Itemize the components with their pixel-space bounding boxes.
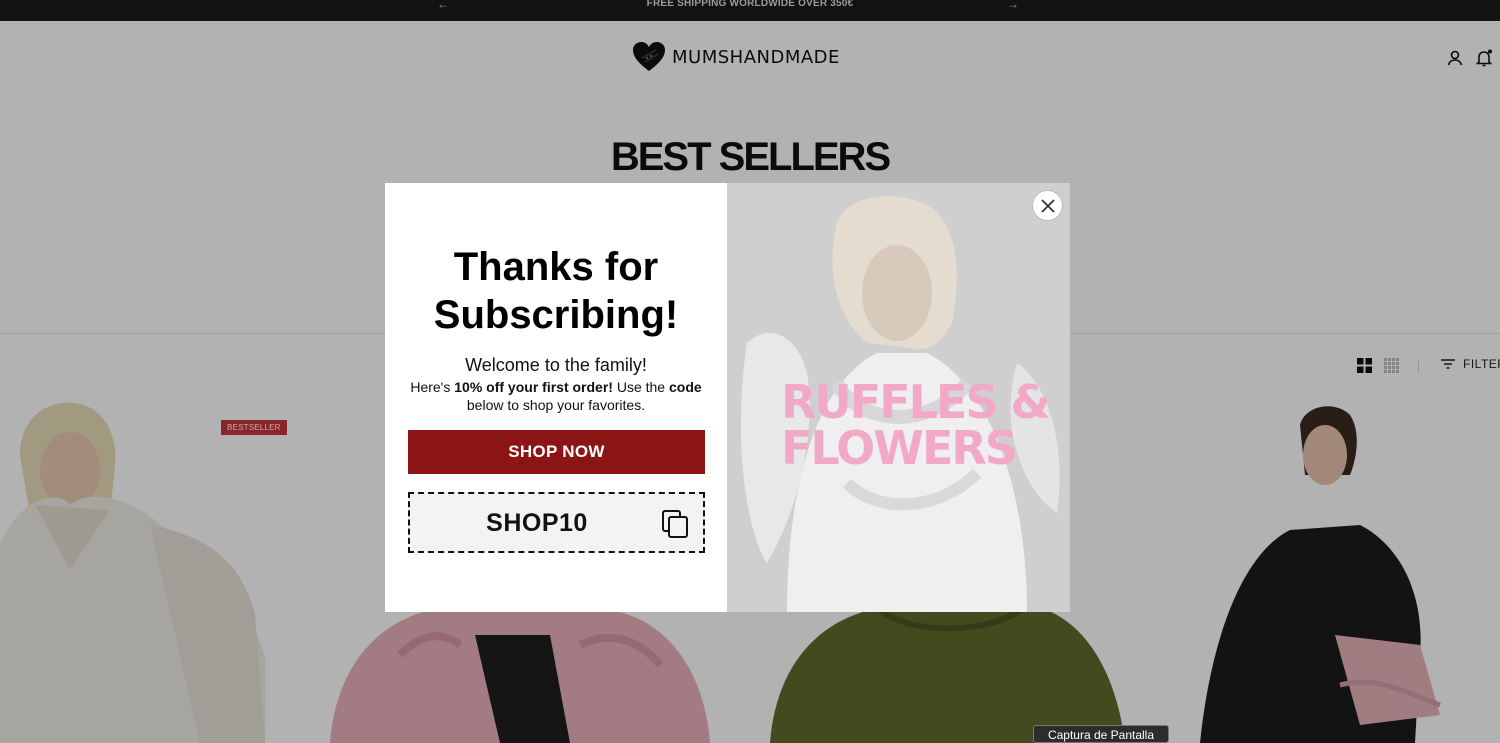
screenshot-tooltip: Captura de Pantalla — [1033, 725, 1169, 743]
promo-line2: FLOWERS — [781, 421, 1018, 475]
popup-welcome-text: Welcome to the family! — [465, 355, 647, 375]
copy-icon[interactable] — [660, 509, 690, 539]
shop-now-button[interactable]: SHOP NOW — [408, 430, 705, 474]
promo-headline: RUFFLES & FLOWERS — [781, 375, 1051, 475]
subscription-popup: Thanks for Subscribing! Welcome to the f… — [385, 183, 1070, 612]
popup-title-line1: Thanks for — [453, 245, 659, 289]
discount-code: SHOP10 — [486, 509, 588, 537]
promo-line1: RUFFLES & — [781, 375, 1051, 429]
discount-code-box[interactable]: SHOP10 — [408, 492, 705, 553]
popup-offer-text: Here's 10% off your first order! Use the… — [410, 379, 702, 413]
popup-title: Thanks for Subscribing! — [385, 243, 727, 339]
close-popup-button[interactable] — [1032, 190, 1063, 221]
close-icon — [1040, 198, 1055, 213]
popup-title-line2: Subscribing! — [433, 293, 679, 337]
popup-content: Thanks for Subscribing! Welcome to the f… — [385, 183, 727, 612]
popup-promo-image: RUFFLES & FLOWERS — [727, 183, 1070, 612]
